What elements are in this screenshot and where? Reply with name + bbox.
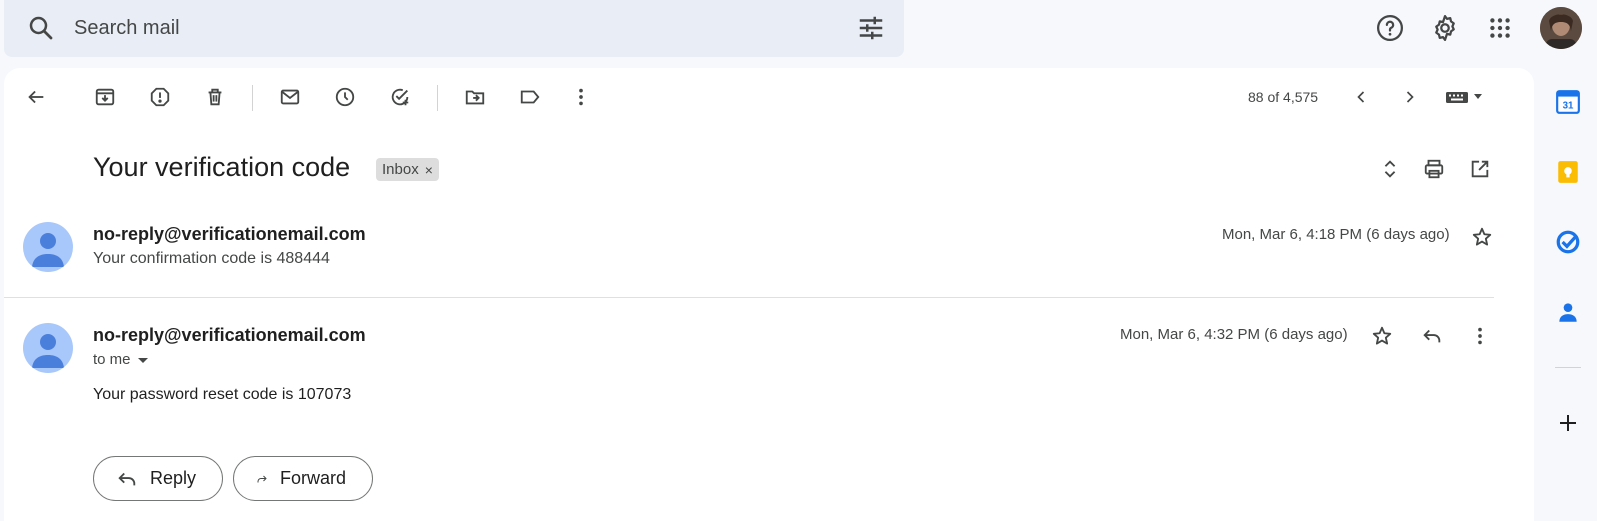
search-bar[interactable]: Search mail: [4, 0, 904, 57]
message-snippet[interactable]: Your confirmation code is 488444: [93, 250, 330, 268]
message-divider: [4, 297, 1494, 298]
search-options-icon[interactable]: [856, 13, 886, 43]
tasks-app-icon[interactable]: [1550, 224, 1586, 260]
open-in-new-window-icon[interactable]: [1464, 153, 1496, 185]
reply-button-label: Reply: [149, 468, 196, 488]
expand-all-icon[interactable]: [1374, 153, 1406, 185]
chevron-left-icon[interactable]: [1345, 81, 1377, 113]
calendar-app-icon[interactable]: 31: [1550, 84, 1586, 120]
reply-button[interactable]: Reply: [93, 456, 223, 501]
keyboard-input-tools-icon[interactable]: [1442, 81, 1490, 113]
side-panel-divider: [1555, 367, 1581, 368]
star-icon[interactable]: [1466, 221, 1498, 253]
more-options-vertical-icon[interactable]: [1464, 320, 1496, 352]
add-addon-plus-icon[interactable]: [1550, 405, 1586, 441]
move-to-folder-icon[interactable]: [459, 81, 491, 113]
label-chip-text: Inbox: [382, 161, 419, 178]
sender-avatar: [23, 222, 73, 272]
svg-text:31: 31: [1563, 101, 1574, 112]
email-subject: Your verification code: [93, 152, 351, 182]
toolbar-divider: [252, 85, 253, 111]
message-date[interactable]: Mon, Mar 6, 4:32 PM (6 days ago): [1120, 326, 1348, 343]
toolbar-divider: [437, 85, 438, 111]
pagination-count: 88 of 4,575: [1248, 89, 1319, 105]
message-view-card: [4, 68, 1534, 521]
account-avatar[interactable]: [1540, 7, 1582, 49]
recipient-details-toggle[interactable]: to me: [93, 351, 149, 368]
mark-unread-mail-icon[interactable]: [274, 81, 306, 113]
contacts-app-icon[interactable]: [1550, 294, 1586, 330]
label-tag-icon[interactable]: [514, 81, 546, 113]
star-icon[interactable]: [1366, 320, 1398, 352]
message-body: Your password reset code is 107073: [93, 386, 352, 403]
caret-down-icon: [137, 357, 148, 363]
more-options-vertical-icon[interactable]: [565, 81, 597, 113]
reply-arrow-icon: [118, 472, 136, 485]
remove-label-icon[interactable]: ×: [425, 162, 433, 178]
sender-avatar: [23, 323, 73, 373]
back-arrow-icon[interactable]: [20, 81, 52, 113]
archive-icon[interactable]: [89, 81, 121, 113]
settings-gear-icon[interactable]: [1425, 8, 1465, 48]
reply-arrow-icon[interactable]: [1416, 320, 1448, 352]
message-date[interactable]: Mon, Mar 6, 4:18 PM (6 days ago): [1222, 226, 1450, 243]
delete-trash-icon[interactable]: [199, 81, 231, 113]
help-icon[interactable]: [1370, 8, 1410, 48]
snooze-clock-icon[interactable]: [329, 81, 361, 113]
print-icon[interactable]: [1418, 153, 1450, 185]
add-to-tasks-icon[interactable]: [384, 81, 416, 113]
message-sender[interactable]: no-reply@verificationemail.com: [93, 224, 366, 245]
inbox-label-chip[interactable]: Inbox ×: [376, 158, 439, 181]
search-icon[interactable]: [26, 13, 56, 43]
forward-button[interactable]: Forward: [233, 456, 373, 501]
keep-notes-icon[interactable]: [1550, 154, 1586, 190]
apps-grid-icon[interactable]: [1480, 8, 1520, 48]
recipient-text: to me: [93, 351, 131, 368]
forward-button-label: Forward: [279, 468, 346, 488]
message-sender[interactable]: no-reply@verificationemail.com: [93, 325, 366, 346]
forward-arrow-icon: [257, 475, 267, 482]
report-spam-icon[interactable]: [144, 81, 176, 113]
chevron-right-icon[interactable]: [1394, 81, 1426, 113]
search-input[interactable]: Search mail: [74, 17, 180, 40]
